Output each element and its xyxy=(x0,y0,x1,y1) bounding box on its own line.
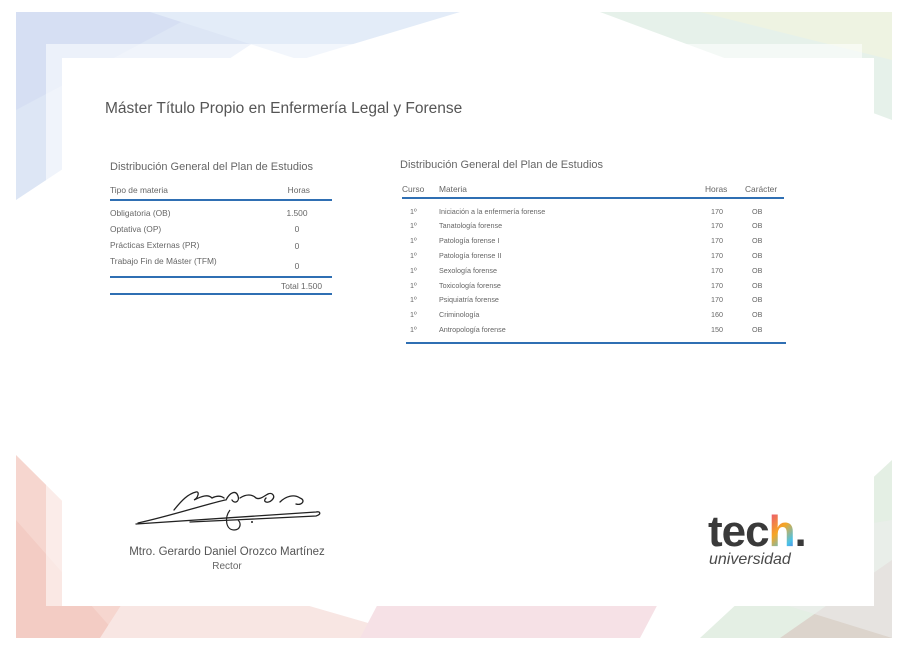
subject-hours: 150 xyxy=(711,325,723,334)
subject-course: 1º xyxy=(410,221,417,230)
subject-hours: 170 xyxy=(711,207,723,216)
subjects-col-type: Carácter xyxy=(745,184,778,194)
summary-table-heading: Distribución General del Plan de Estudio… xyxy=(110,161,314,173)
signature-image xyxy=(135,491,321,531)
summary-total-rule-top xyxy=(110,276,332,278)
subject-type: OB xyxy=(752,325,763,334)
summary-total-rule-bottom xyxy=(110,293,332,295)
subjects-col-course: Curso xyxy=(402,184,425,194)
subject-hours: 170 xyxy=(711,251,723,260)
subject-course: 1º xyxy=(410,207,417,216)
subject-type: OB xyxy=(752,207,763,216)
signatory-name: Mtro. Gerardo Daniel Orozco Martínez xyxy=(129,546,325,558)
logo-h-letter: h xyxy=(768,507,796,556)
subject-name: Sexología forense xyxy=(439,266,497,275)
summary-row-hours: 0 xyxy=(294,241,300,251)
subject-course: 1º xyxy=(410,251,417,260)
subject-hours: 170 xyxy=(711,295,723,304)
subject-name: Psiquiatría forense xyxy=(439,295,499,304)
subject-hours: 170 xyxy=(711,266,723,275)
logo-wordmark-prefix: tec xyxy=(708,507,770,556)
document-title: Máster Título Propio en Enfermería Legal… xyxy=(105,100,463,117)
summary-row-type: Trabajo Fin de Máster (TFM) xyxy=(110,256,217,266)
summary-row-hours: 0 xyxy=(294,224,300,234)
tech-logo: tech. xyxy=(708,507,807,557)
summary-row-type: Obligatoria (OB) xyxy=(110,208,171,218)
subject-hours: 170 xyxy=(711,281,723,290)
summary-col-hours: Horas xyxy=(287,185,310,195)
subjects-header-rule xyxy=(402,197,784,199)
subjects-col-subject: Materia xyxy=(439,184,467,194)
subject-hours: 160 xyxy=(711,310,723,319)
subject-name: Toxicología forense xyxy=(439,281,501,290)
logo-tagline: universidad xyxy=(709,551,791,568)
subject-course: 1º xyxy=(410,295,417,304)
subject-hours: 170 xyxy=(711,236,723,245)
subject-type: OB xyxy=(752,310,763,319)
subject-hours: 170 xyxy=(711,221,723,230)
summary-row-type: Prácticas Externas (PR) xyxy=(110,240,200,250)
summary-header-rule xyxy=(110,199,332,201)
subject-type: OB xyxy=(752,221,763,230)
subject-course: 1º xyxy=(410,310,417,319)
subject-name: Patología forense I xyxy=(439,236,500,245)
subject-course: 1º xyxy=(410,266,417,275)
subject-name: Tanatología forense xyxy=(439,221,503,230)
summary-row-hours: 1.500 xyxy=(286,208,308,218)
subject-name: Iniciación a la enfermería forense xyxy=(439,207,546,216)
signatory-role: Rector xyxy=(212,561,242,572)
subjects-bottom-rule xyxy=(406,342,786,344)
subject-type: OB xyxy=(752,295,763,304)
logo-dot: . xyxy=(794,507,806,556)
certificate-page: Máster Título Propio en Enfermería Legal… xyxy=(0,0,908,648)
summary-row-type: Optativa (OP) xyxy=(110,224,162,234)
subject-course: 1º xyxy=(410,236,417,245)
subject-name: Criminología xyxy=(439,310,480,319)
subjects-table-heading: Distribución General del Plan de Estudio… xyxy=(400,159,604,171)
subject-name: Patología forense II xyxy=(439,251,502,260)
subjects-col-hours: Horas xyxy=(705,184,728,194)
subject-type: OB xyxy=(752,266,763,275)
subject-course: 1º xyxy=(410,281,417,290)
subject-type: OB xyxy=(752,236,763,245)
subject-type: OB xyxy=(752,251,763,260)
summary-total: Total 1.500 xyxy=(281,281,322,291)
summary-col-type: Tipo de materia xyxy=(110,185,168,195)
summary-row-hours: 0 xyxy=(294,261,300,271)
subject-course: 1º xyxy=(410,325,417,334)
subject-type: OB xyxy=(752,281,763,290)
subject-name: Antropología forense xyxy=(439,325,506,334)
